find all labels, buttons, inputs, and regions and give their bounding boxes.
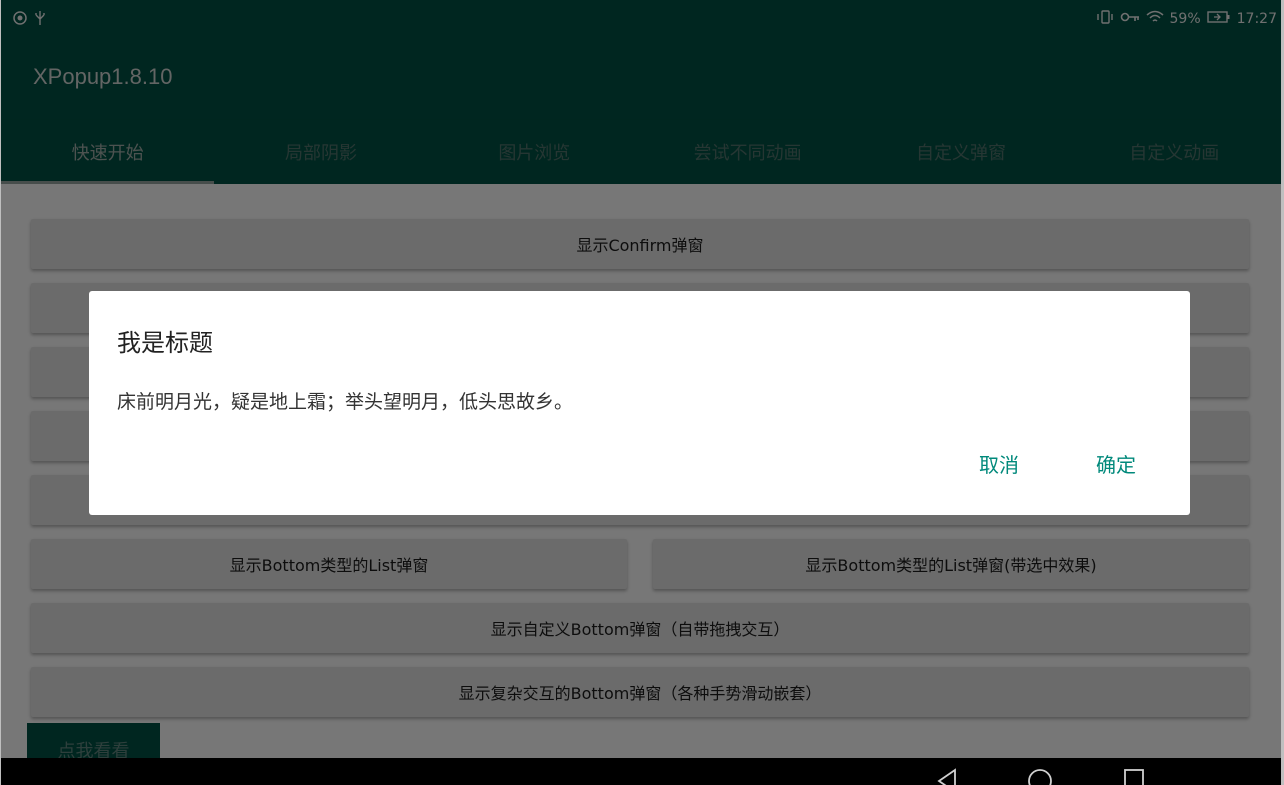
dialog-message: 床前明月光，疑是地上霜；举头望明月，低头思故乡。: [117, 391, 574, 413]
cancel-button[interactable]: 取消: [979, 449, 1019, 478]
navigation-bar: [1, 758, 1281, 785]
back-icon[interactable]: [936, 768, 958, 785]
confirm-dialog: 我是标题 床前明月光，疑是地上霜；举头望明月，低头思故乡。 取消 确定: [89, 291, 1190, 515]
home-icon[interactable]: [1027, 768, 1053, 785]
dialog-title: 我是标题: [117, 329, 213, 357]
confirm-button[interactable]: 确定: [1096, 449, 1136, 478]
recent-apps-icon[interactable]: [1123, 768, 1145, 785]
app-screen: 59% 17:27 XPopup1.8.10 快速开始 局部阴影 图片浏览 尝试…: [0, 0, 1284, 785]
